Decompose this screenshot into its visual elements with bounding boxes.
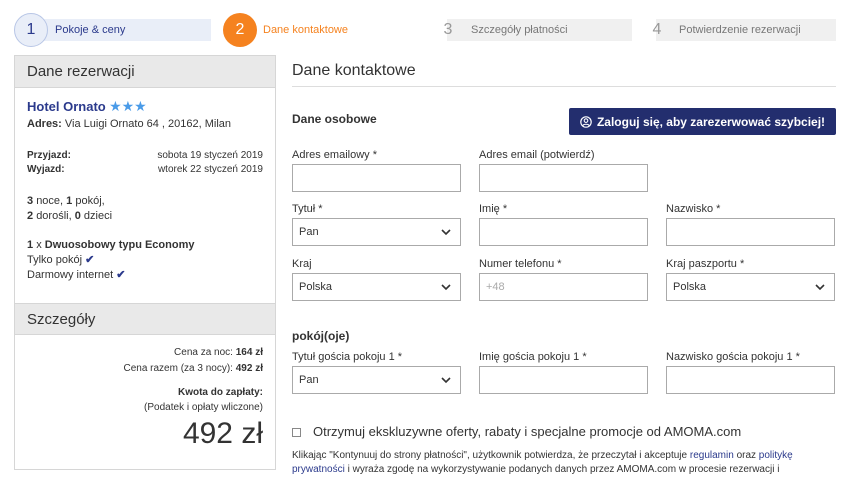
country-label: Kraj	[292, 258, 312, 270]
guest-title-select-value: Pan	[299, 374, 319, 386]
rooms-section-title: pokój(oje)	[292, 329, 350, 343]
step-4-number: 4	[652, 21, 662, 38]
step-2-label: Dane kontaktowe	[263, 24, 348, 36]
title-select-value: Pan	[299, 226, 319, 238]
room-x: x	[36, 239, 42, 251]
step-3-number: 3	[443, 21, 453, 38]
price-per-night-label: Cena za noc:	[174, 347, 233, 358]
star-rating-icon: ★★★	[109, 98, 147, 114]
guest-title-select[interactable]: Pan	[292, 366, 461, 394]
login-button[interactable]: Zaloguj się, aby zarezerwować szybciej!	[569, 108, 836, 135]
children-count: 0	[74, 210, 81, 222]
checkin-label: Przyjazd:	[27, 150, 71, 161]
email-confirm-label: Adres email (potwierdź)	[479, 149, 595, 161]
email-confirm-field[interactable]	[479, 164, 648, 192]
phone-label: Numer telefonu *	[479, 258, 562, 270]
passport-country-select[interactable]: Polska	[666, 273, 835, 301]
price-total: Cena razem (za 3 nocy): 492 zł	[27, 361, 263, 377]
user-circle-icon	[580, 115, 592, 128]
amount-due-label: Kwota do zapłaty:	[177, 387, 263, 398]
taxes-note: (Podatek i opłaty wliczone)	[144, 402, 263, 413]
passport-country-select-value: Polska	[673, 281, 707, 293]
address-value: Via Luigi Ornato 64 , 20162, Milan	[64, 118, 232, 130]
room-feature-board: Tylko pokój	[27, 254, 83, 266]
booking-summary-panel: Dane rezerwacji Hotel Ornato ★★★ Adres: …	[14, 55, 276, 470]
hotel-heading: Hotel Ornato ★★★	[27, 98, 263, 115]
hotel-name[interactable]: Hotel Ornato	[27, 99, 106, 114]
rooms-label: pokój,	[75, 195, 105, 207]
room-summary: 1 x Dwuosobowy typu Economy Tylko pokój …	[27, 238, 263, 283]
country-select[interactable]: Polska	[292, 273, 461, 301]
rooms-count: 1	[66, 195, 73, 207]
step-4-label: Potwierdzenie rezerwacji	[679, 24, 801, 36]
last-name-label: Nazwisko *	[666, 203, 721, 215]
room-feature-internet: Darmowy internet	[27, 269, 114, 281]
chevron-down-icon	[441, 377, 451, 384]
stay-dates: Przyjazd: sobota 19 styczeń 2019 Wyjazd:…	[27, 150, 263, 178]
checkmark-icon: ✔	[85, 254, 95, 266]
phone-field[interactable]: +48	[479, 273, 648, 301]
email-label: Adres emailowy *	[292, 149, 377, 161]
guest-title-label: Tytuł gościa pokoju 1 *	[292, 351, 403, 363]
last-name-field[interactable]	[666, 218, 835, 246]
step-2-number: 2	[223, 13, 257, 47]
personal-data-title: Dane osobowe	[292, 112, 377, 126]
terms-link[interactable]: regulamin	[690, 450, 734, 461]
guest-last-name-field[interactable]	[666, 366, 835, 394]
stay-summary: 3 noce, 1 pokój, 2 dorośli, 0 dzieci	[27, 194, 263, 224]
amount-due-value: 492 zł	[182, 417, 263, 450]
chevron-down-icon	[441, 284, 451, 291]
step-1-number[interactable]: 1	[14, 13, 48, 47]
price-total-label: Cena razem (za 3 nocy):	[123, 363, 233, 374]
price-total-value: 492 zł	[235, 363, 263, 374]
hotel-address: Adres: Via Luigi Ornato 64 , 20162, Mila…	[27, 118, 263, 130]
room-qty: 1	[27, 239, 34, 251]
guest-last-name-label: Nazwisko gościa pokoju 1 *	[666, 351, 800, 363]
checkmark-icon: ✔	[116, 269, 126, 281]
room-type: Dwuosobowy typu Economy	[44, 239, 195, 251]
booking-summary-title: Dane rezerwacji	[15, 56, 275, 88]
nights-label: noce,	[36, 195, 64, 207]
country-select-value: Polska	[299, 281, 333, 293]
price-details-title: Szczegóły	[15, 303, 275, 335]
nights-count: 3	[27, 195, 34, 207]
checkout-label: Wyjazd:	[27, 164, 65, 175]
price-per-night: Cena za noc: 164 zł	[27, 345, 263, 361]
title-label: Tytuł *	[292, 203, 323, 215]
address-label: Adres:	[27, 118, 62, 130]
guest-first-name-field[interactable]	[479, 366, 648, 394]
checkin-value: sobota 19 styczeń 2019	[157, 150, 263, 161]
price-details-section: Szczegóły Cena za noc: 164 zł Cena razem…	[15, 303, 275, 453]
email-field[interactable]	[292, 164, 461, 192]
consent-part-3: i wyraża zgodę na wykorzystywanie podany…	[347, 464, 780, 475]
first-name-field[interactable]	[479, 218, 648, 246]
consent-part-1: Klikając "Kontynuuj do strony płatności"…	[292, 450, 688, 461]
first-name-label: Imię *	[479, 203, 508, 215]
children-label: dzieci	[83, 210, 113, 222]
title-select[interactable]: Pan	[292, 218, 461, 246]
login-button-label: Zaloguj się, aby zarezerwować szybciej!	[596, 114, 826, 129]
checkout-value: wtorek 22 styczeń 2019	[157, 164, 263, 175]
contact-form: Dane kontaktowe Dane osobowe Zaloguj się…	[292, 55, 836, 475]
guest-first-name-label: Imię gościa pokoju 1 *	[479, 351, 587, 363]
consent-text: Klikając "Kontynuuj do strony płatności"…	[292, 449, 836, 477]
passport-country-label: Kraj paszportu *	[666, 258, 745, 270]
consent-part-2: oraz	[736, 450, 757, 461]
step-3-label: Szczegóły płatności	[471, 24, 568, 36]
chevron-down-icon	[441, 229, 451, 236]
step-1-label[interactable]: Pokoje & ceny	[55, 24, 125, 36]
page-title: Dane kontaktowe	[292, 55, 836, 87]
adults-count: 2	[27, 210, 34, 222]
offers-checkbox[interactable]	[292, 428, 301, 437]
price-per-night-value: 164 zł	[235, 347, 263, 358]
chevron-down-icon	[815, 284, 825, 291]
progress-stepper: 1 Pokoje & ceny 2 Dane kontaktowe 3 Szcz…	[14, 11, 836, 47]
adults-label: dorośli,	[36, 210, 72, 222]
offers-checkbox-label[interactable]: Otrzymuj ekskluzywne oferty, rabaty i sp…	[313, 424, 741, 439]
